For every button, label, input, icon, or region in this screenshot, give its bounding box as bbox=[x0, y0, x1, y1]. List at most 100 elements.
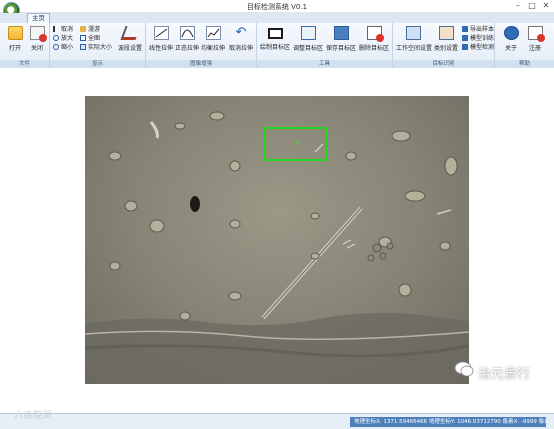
normal-stretch-button[interactable]: 正态拉伸 bbox=[175, 26, 199, 54]
model-training-button[interactable]: 模型训练 bbox=[462, 35, 494, 43]
info-icon bbox=[503, 26, 519, 40]
band-settings-label: 波段设置 bbox=[117, 45, 142, 52]
maximize-button[interactable]: □ bbox=[526, 1, 538, 11]
band-settings-button[interactable]: 波段设置 bbox=[117, 26, 143, 54]
detection-label: 0 bbox=[296, 141, 300, 147]
export-icon bbox=[462, 26, 468, 32]
microscope-image[interactable]: 0 bbox=[85, 96, 469, 384]
workspace-settings-label: 工作空间设置 bbox=[396, 45, 433, 52]
cancel-label: 取消 bbox=[61, 26, 74, 33]
workspace-icon bbox=[405, 26, 421, 40]
group-recognition: 工作空间设置 类别设置 导出样本 模型训练 模型检测 目标识别 bbox=[393, 23, 495, 68]
left-panel bbox=[0, 69, 9, 413]
watermark-right: 治元景行 bbox=[478, 367, 531, 382]
group-recognition-label: 目标识别 bbox=[393, 60, 494, 68]
group-display: 取消 放大 缩小 漫游 全图 实际大小 波段设置 显示 bbox=[50, 23, 146, 68]
group-enhance-label: 图像增强 bbox=[146, 60, 256, 68]
window-title: 目标检测系统 V0.1 bbox=[246, 3, 308, 11]
model-training-label: 模型训练 bbox=[470, 35, 495, 42]
register-label: 注册 bbox=[528, 45, 541, 52]
save-icon bbox=[333, 26, 349, 40]
right-panel bbox=[545, 69, 554, 413]
roam-label: 漫游 bbox=[88, 26, 101, 33]
adjust-rect-icon bbox=[300, 26, 316, 40]
minimize-button[interactable]: – bbox=[512, 1, 524, 11]
watermark-left: 六级院润 bbox=[14, 411, 53, 421]
model-detection-label: 模型检测 bbox=[470, 44, 495, 51]
adjust-target-button[interactable]: 调整目标区 bbox=[293, 26, 323, 54]
group-help-label: 帮助 bbox=[495, 60, 554, 68]
ribbon: 打开 关闭 文件 取消 放大 缩小 漫游 全图 实际大小 波段设置 显示 线性拉… bbox=[0, 23, 554, 68]
delete-target-label: 删除目标区 bbox=[359, 45, 390, 52]
full-image-button[interactable]: 全图 bbox=[80, 35, 100, 43]
tab-home[interactable]: 主页 bbox=[27, 13, 50, 23]
group-file-label: 文件 bbox=[0, 60, 49, 68]
zoom-out-icon bbox=[53, 44, 59, 50]
roam-button[interactable]: 漫游 bbox=[80, 26, 100, 34]
save-target-button[interactable]: 保存目标区 bbox=[326, 26, 356, 54]
zoom-in-button[interactable]: 放大 bbox=[53, 35, 73, 43]
about-label: 关于 bbox=[504, 45, 517, 52]
undo-icon: ↶ bbox=[235, 25, 247, 40]
rect-icon bbox=[267, 28, 283, 39]
group-help: 关于 注册 帮助 bbox=[495, 23, 554, 68]
close-label: 关闭 bbox=[30, 45, 43, 52]
zoom-out-button[interactable]: 缩小 bbox=[53, 44, 73, 52]
group-tools: 绘制目标区 调整目标区 保存目标区 删除目标区 工具 bbox=[257, 23, 393, 68]
folder-icon bbox=[7, 26, 23, 40]
zoom-in-icon bbox=[53, 35, 59, 41]
adjust-target-label: 调整目标区 bbox=[293, 45, 324, 52]
delete-target-button[interactable]: 删除目标区 bbox=[359, 26, 389, 54]
status-coordinates: 地理坐标X: 1371.59466466 地理坐标Y: 1046.0371279… bbox=[350, 417, 546, 427]
actual-size-icon bbox=[80, 44, 86, 50]
workspace-settings-button[interactable]: 工作空间设置 bbox=[396, 26, 433, 54]
register-icon bbox=[527, 26, 545, 42]
zoom-out-label: 缩小 bbox=[61, 44, 74, 51]
band-settings-icon bbox=[119, 26, 141, 40]
open-button[interactable]: 打开 bbox=[6, 26, 24, 54]
full-extent-icon bbox=[80, 35, 86, 41]
normal-stretch-icon bbox=[179, 26, 195, 40]
linear-stretch-icon bbox=[153, 26, 169, 40]
draw-target-label: 绘制目标区 bbox=[260, 44, 291, 51]
equalize-stretch-icon bbox=[205, 26, 221, 40]
hand-icon bbox=[80, 26, 86, 32]
actual-size-button[interactable]: 实际大小 bbox=[80, 44, 112, 52]
about-button[interactable]: 关于 bbox=[501, 26, 521, 54]
save-target-label: 保存目标区 bbox=[326, 45, 357, 52]
cancel-stretch-button[interactable]: ↶ 取消拉伸 bbox=[228, 26, 254, 54]
equalize-stretch-button[interactable]: 均衡拉伸 bbox=[201, 26, 225, 54]
detection-box[interactable]: 0 bbox=[264, 127, 328, 161]
pointer-icon bbox=[53, 26, 59, 32]
zoom-in-label: 放大 bbox=[61, 35, 74, 42]
title-bar: 目标检测系统 V0.1 – □ ✕ bbox=[0, 0, 554, 19]
draw-target-button[interactable]: 绘制目标区 bbox=[260, 26, 290, 54]
training-icon bbox=[462, 35, 468, 41]
normal-stretch-label: 正态拉伸 bbox=[175, 45, 200, 52]
group-enhance: 线性拉伸 正态拉伸 均衡拉伸 ↶ 取消拉伸 图像增强 bbox=[146, 23, 257, 68]
cancel-stretch-label: 取消拉伸 bbox=[228, 45, 253, 52]
detection-icon bbox=[462, 44, 468, 50]
category-settings-label: 类别设置 bbox=[433, 45, 458, 52]
ribbon-tab-strip: 主页 bbox=[0, 13, 554, 23]
category-icon bbox=[438, 26, 454, 40]
linear-stretch-label: 线性拉伸 bbox=[149, 45, 174, 52]
group-display-label: 显示 bbox=[50, 60, 145, 68]
full-image-label: 全图 bbox=[88, 35, 101, 42]
equalize-stretch-label: 均衡拉伸 bbox=[201, 45, 226, 52]
category-settings-button[interactable]: 类别设置 bbox=[433, 26, 459, 54]
actual-size-label: 实际大小 bbox=[88, 44, 113, 51]
close-file-button[interactable]: 关闭 bbox=[28, 26, 47, 54]
export-samples-label: 导出样本 bbox=[470, 26, 495, 33]
model-detection-button[interactable]: 模型检测 bbox=[462, 44, 494, 52]
export-samples-button[interactable]: 导出样本 bbox=[462, 26, 494, 34]
status-bar: 地理坐标X: 1371.59466466 地理坐标Y: 1046.0371279… bbox=[0, 413, 554, 429]
group-file: 打开 关闭 文件 bbox=[0, 23, 50, 68]
open-label: 打开 bbox=[8, 45, 21, 52]
delete-icon bbox=[366, 26, 384, 42]
window-close-button[interactable]: ✕ bbox=[540, 1, 552, 11]
register-button[interactable]: 注册 bbox=[525, 26, 545, 54]
linear-stretch-button[interactable]: 线性拉伸 bbox=[149, 26, 173, 54]
cancel-tool-button[interactable]: 取消 bbox=[53, 26, 73, 34]
close-doc-icon bbox=[29, 26, 47, 42]
